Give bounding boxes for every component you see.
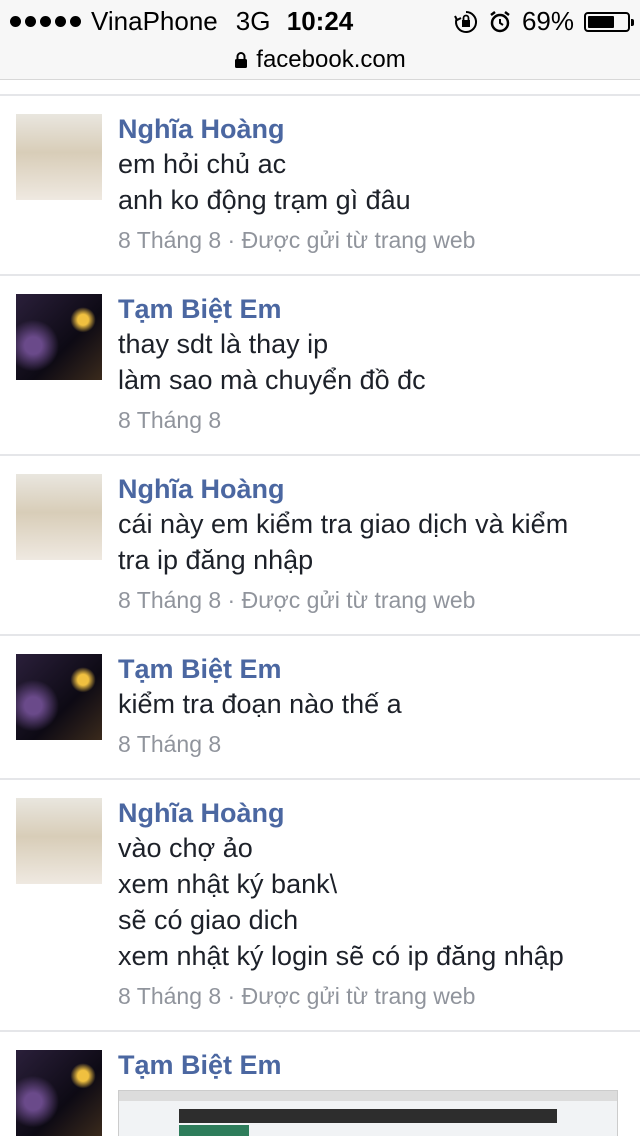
author-name[interactable]: Nghĩa Hoàng: [118, 796, 624, 830]
message-item: Tạm Biệt Em: [0, 1030, 640, 1136]
message-item: Tạm Biệt Em thay sdt là thay ip làm sao …: [0, 274, 640, 454]
avatar[interactable]: [16, 1050, 102, 1136]
avatar[interactable]: [16, 474, 102, 560]
message-thread: Nghĩa Hoàng em hỏi chủ ac anh ko động tr…: [0, 94, 640, 1136]
message-line: em hỏi chủ ac: [118, 149, 287, 179]
message-line: kiểm tra đoạn nào thế a: [118, 689, 402, 719]
message-line: sẽ có giao dich: [118, 905, 299, 935]
avatar[interactable]: [16, 798, 102, 884]
message-meta: 8 Tháng 8: [118, 407, 222, 433]
orientation-lock-icon: [454, 10, 477, 33]
message-line: xem nhật ký login sẽ có ip đăng nhập: [118, 941, 564, 971]
message-item: Tạm Biệt Em kiểm tra đoạn nào thế a 8 Th…: [0, 634, 640, 778]
signal-strength-icon: [10, 16, 81, 27]
author-name[interactable]: Tạm Biệt Em: [118, 652, 624, 686]
message-meta: 8 Tháng 8: [118, 731, 222, 757]
message-line: vào chợ ảo: [118, 833, 253, 863]
message-meta: 8 Tháng 8 · Được gửi từ trang web: [118, 983, 476, 1009]
attachment-browser-bar: [119, 1091, 617, 1101]
message-line: tra ip đăng nhập: [118, 545, 314, 575]
battery-percent: 69%: [521, 6, 574, 36]
message-meta: 8 Tháng 8 · Được gửi từ trang web: [118, 227, 476, 253]
attachment-sidebar: [179, 1125, 249, 1136]
url-domain: facebook.com: [256, 45, 406, 73]
message-line: làm sao mà chuyển đồ đc: [118, 365, 426, 395]
message-line: thay sdt là thay ip: [118, 329, 329, 359]
network-type: 3G: [235, 6, 271, 36]
status-bar: VinaPhone 3G 10:24 69%: [0, 0, 640, 40]
battery-fill: [588, 15, 615, 28]
author-name[interactable]: Tạm Biệt Em: [118, 292, 624, 326]
author-name[interactable]: Nghĩa Hoàng: [118, 472, 624, 506]
message-line: xem nhật ký bank\: [118, 869, 338, 899]
carrier-name: VinaPhone: [91, 6, 218, 36]
message-item: Nghĩa Hoàng em hỏi chủ ac anh ko động tr…: [0, 94, 640, 274]
message-meta: 8 Tháng 8 · Được gửi từ trang web: [118, 587, 476, 613]
attachment-nav: [179, 1109, 557, 1123]
battery-icon: [584, 11, 634, 32]
author-name[interactable]: Tạm Biệt Em: [118, 1048, 624, 1082]
avatar[interactable]: [16, 294, 102, 380]
message-line: anh ko động trạm gì đâu: [118, 185, 411, 215]
message-item: Nghĩa Hoàng cái này em kiểm tra giao dịc…: [0, 454, 640, 634]
avatar[interactable]: [16, 654, 102, 740]
avatar[interactable]: [16, 114, 102, 200]
lock-icon: [235, 51, 248, 68]
screenshot-attachment[interactable]: [118, 1090, 618, 1136]
alarm-icon: [490, 10, 510, 32]
message-line: cái này em kiểm tra giao dịch và kiểm: [118, 509, 569, 539]
author-name[interactable]: Nghĩa Hoàng: [118, 112, 624, 146]
message-item: Nghĩa Hoàng vào chợ ảo xem nhật ký bank\…: [0, 778, 640, 1030]
url-bar[interactable]: facebook.com: [0, 40, 640, 80]
